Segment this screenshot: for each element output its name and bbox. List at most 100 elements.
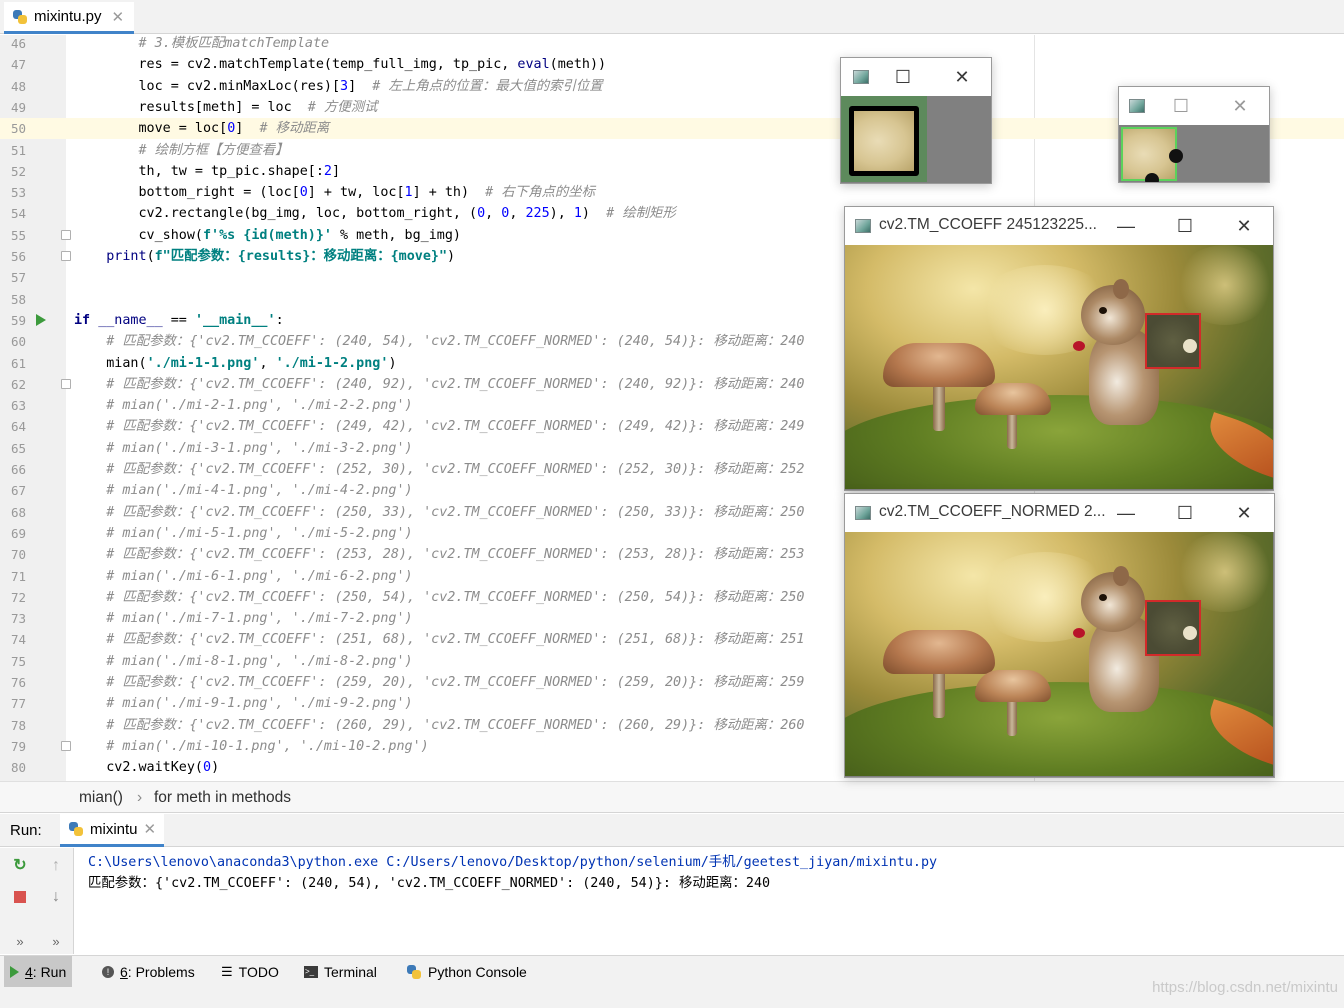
tool-window-python-console-label: Python Console [428, 964, 527, 980]
template-window-1[interactable]: ☐ ✕ [840, 57, 992, 184]
run-tab-mixintu[interactable]: mixintu ✕ [60, 814, 165, 847]
tool-window-problems[interactable]: ! 6: Problems [102, 956, 195, 988]
fold-marker-icon[interactable] [61, 229, 71, 240]
breadcrumb-separator: › [137, 789, 143, 806]
run-console[interactable]: C:\Users\lenovo\anaconda3\python.exe C:/… [75, 848, 1344, 954]
minimize-icon[interactable]: — [1111, 500, 1141, 526]
puzzle-piece-image [849, 106, 919, 176]
line-number: 57 [10, 270, 26, 286]
run-tab-label: mixintu [90, 820, 138, 838]
maximize-icon[interactable]: ☐ [1170, 213, 1200, 239]
code-text: print(f"匹配参数：{results}：移动距离：{move}") [106, 249, 456, 264]
code-text: # mian('./mi-3-1.png', './mi-3-2.png') [106, 440, 413, 456]
code-text: # 3.模板匹配matchTemplate [138, 36, 330, 51]
ccoeff-result-image [845, 245, 1273, 490]
code-text: # 匹配参数：{'cv2.TM_CCOEFF': (252, 30), 'cv2… [106, 462, 805, 477]
window-title: cv2.TM_CCOEFF 245123225... [879, 216, 1097, 233]
tool-window-todo[interactable]: ☰ TODO [221, 956, 279, 988]
match-rectangle [1145, 600, 1201, 656]
more-actions-left-icon[interactable]: » [8, 930, 32, 954]
line-number: 72 [10, 589, 26, 605]
python-console-icon [406, 964, 422, 980]
rerun-icon[interactable]: ↻ [8, 854, 32, 878]
code-text: # mian('./mi-6-1.png', './mi-6-2.png') [106, 568, 413, 584]
run-tab-close-icon[interactable]: ✕ [144, 820, 157, 838]
close-icon[interactable]: ✕ [947, 64, 977, 90]
close-icon[interactable]: ✕ [1229, 500, 1259, 526]
code-line[interactable]: 53 bottom_right = (loc[0] + tw, loc[1] +… [0, 182, 1344, 203]
code-text: # 匹配参数：{'cv2.TM_CCOEFF': (240, 54), 'cv2… [106, 334, 805, 350]
line-number: 78 [10, 717, 26, 733]
breadcrumb-item-for-loop[interactable]: for meth in methods [154, 789, 291, 807]
close-icon[interactable]: ✕ [1225, 93, 1255, 119]
stop-icon[interactable] [8, 885, 32, 909]
minimize-icon[interactable]: — [1111, 213, 1141, 239]
code-text: # 匹配参数：{'cv2.TM_CCOEFF': (259, 20), 'cv2… [106, 675, 805, 690]
maximize-icon[interactable]: ☐ [1166, 93, 1196, 119]
code-text: # 匹配参数：{'cv2.TM_CCOEFF': (249, 42), 'cv2… [106, 419, 805, 435]
ccoeff-normed-result-window[interactable]: cv2.TM_CCOEFF_NORMED 2... — ☐ ✕ [844, 493, 1275, 778]
opencv-window-icon [1129, 99, 1145, 113]
code-text: move = loc[0] # 移动距离 [74, 121, 330, 137]
more-actions-right-icon[interactable]: » [44, 930, 68, 954]
tool-window-problems-label: 6: Problems [120, 964, 195, 980]
tab-label: mixintu.py [34, 8, 102, 25]
ccoeff-window-titlebar[interactable]: cv2.TM_CCOEFF 245123225... — ☐ ✕ [845, 207, 1273, 245]
ccoeff-result-window[interactable]: cv2.TM_CCOEFF 245123225... — ☐ ✕ [844, 206, 1274, 491]
tab-mixintu-py[interactable]: mixintu.py ✕ [4, 2, 135, 34]
breadcrumb: mian() › for meth in methods [0, 781, 1344, 813]
scroll-down-icon[interactable]: ↓ [44, 885, 68, 909]
code-text: # mian('./mi-8-1.png', './mi-8-2.png') [106, 653, 413, 669]
code-text: # 匹配参数：{'cv2.TM_CCOEFF': (260, 29), 'cv2… [106, 717, 805, 733]
code-line[interactable]: 47 res = cv2.matchTemplate(temp_full_img… [0, 54, 1344, 75]
code-text: # mian('./mi-4-1.png', './mi-4-2.png') [106, 483, 413, 499]
tab-close-icon[interactable]: ✕ [112, 8, 125, 26]
puzzle-piece-image [1121, 127, 1183, 182]
template-window-1-titlebar[interactable]: ☐ ✕ [841, 58, 991, 96]
line-number: 70 [10, 547, 26, 563]
scroll-up-icon[interactable]: ↑ [44, 854, 68, 878]
line-number: 74 [10, 632, 26, 648]
code-text: cv2.waitKey(0) [74, 760, 220, 776]
run-gutter-icon[interactable] [36, 313, 46, 326]
fold-marker-icon[interactable] [61, 251, 71, 261]
fold-marker-icon[interactable] [61, 378, 71, 389]
code-text: # mian('./mi-10-1.png', './mi-10-2.png') [106, 738, 429, 754]
line-number: 48 [10, 78, 26, 94]
code-text: # 匹配参数：{'cv2.TM_CCOEFF': (250, 33), 'cv2… [106, 504, 805, 520]
window-title: cv2.TM_CCOEFF_NORMED 2... [879, 503, 1106, 520]
breadcrumb-item-mian[interactable]: mian() [79, 789, 123, 807]
console-line-output: 匹配参数：{'cv2.TM_CCOEFF': (240, 54), 'cv2.T… [88, 876, 771, 891]
code-text: if __name__ == '__main__': [74, 312, 284, 328]
line-number: 47 [10, 57, 26, 73]
close-icon[interactable]: ✕ [1229, 213, 1259, 239]
line-number: 49 [10, 99, 26, 115]
line-number: 50 [10, 121, 26, 137]
code-text: results[meth] = loc # 方便测试 [74, 99, 378, 115]
run-play-icon [10, 966, 19, 978]
match-rectangle [1145, 313, 1201, 369]
maximize-icon[interactable]: ☐ [888, 64, 918, 90]
tool-window-terminal[interactable]: >_ Terminal [304, 956, 377, 988]
fold-marker-icon[interactable] [61, 740, 71, 751]
maximize-icon[interactable]: ☐ [1170, 500, 1200, 526]
code-text: # 匹配参数：{'cv2.TM_CCOEFF': (251, 68), 'cv2… [106, 632, 805, 648]
line-number: 63 [10, 398, 26, 414]
editor-tab-bar: mixintu.py ✕ [0, 0, 1344, 34]
template-window-2[interactable]: ☐ ✕ [1118, 86, 1270, 183]
watermark: https://blog.csdn.net/mixintu [1152, 979, 1338, 996]
line-number: 55 [10, 227, 26, 243]
code-text: res = cv2.matchTemplate(temp_full_img, t… [74, 57, 607, 73]
run-tool-window-header: Run: mixintu ✕ [0, 814, 1344, 847]
template-window-2-image [1119, 125, 1269, 182]
todo-list-icon: ☰ [221, 964, 233, 979]
tool-window-python-console[interactable]: Python Console [406, 956, 527, 988]
line-number: 56 [10, 249, 26, 264]
code-line[interactable]: 46 # 3.模板匹配matchTemplate [0, 35, 1344, 54]
code-text: # 匹配参数：{'cv2.TM_CCOEFF': (253, 28), 'cv2… [106, 547, 805, 563]
line-number: 71 [10, 568, 26, 584]
opencv-window-icon [855, 219, 871, 233]
template-window-2-titlebar[interactable]: ☐ ✕ [1119, 87, 1269, 125]
ccoeff-normed-window-titlebar[interactable]: cv2.TM_CCOEFF_NORMED 2... — ☐ ✕ [845, 494, 1274, 532]
tool-window-run[interactable]: 4: Run [4, 956, 73, 988]
